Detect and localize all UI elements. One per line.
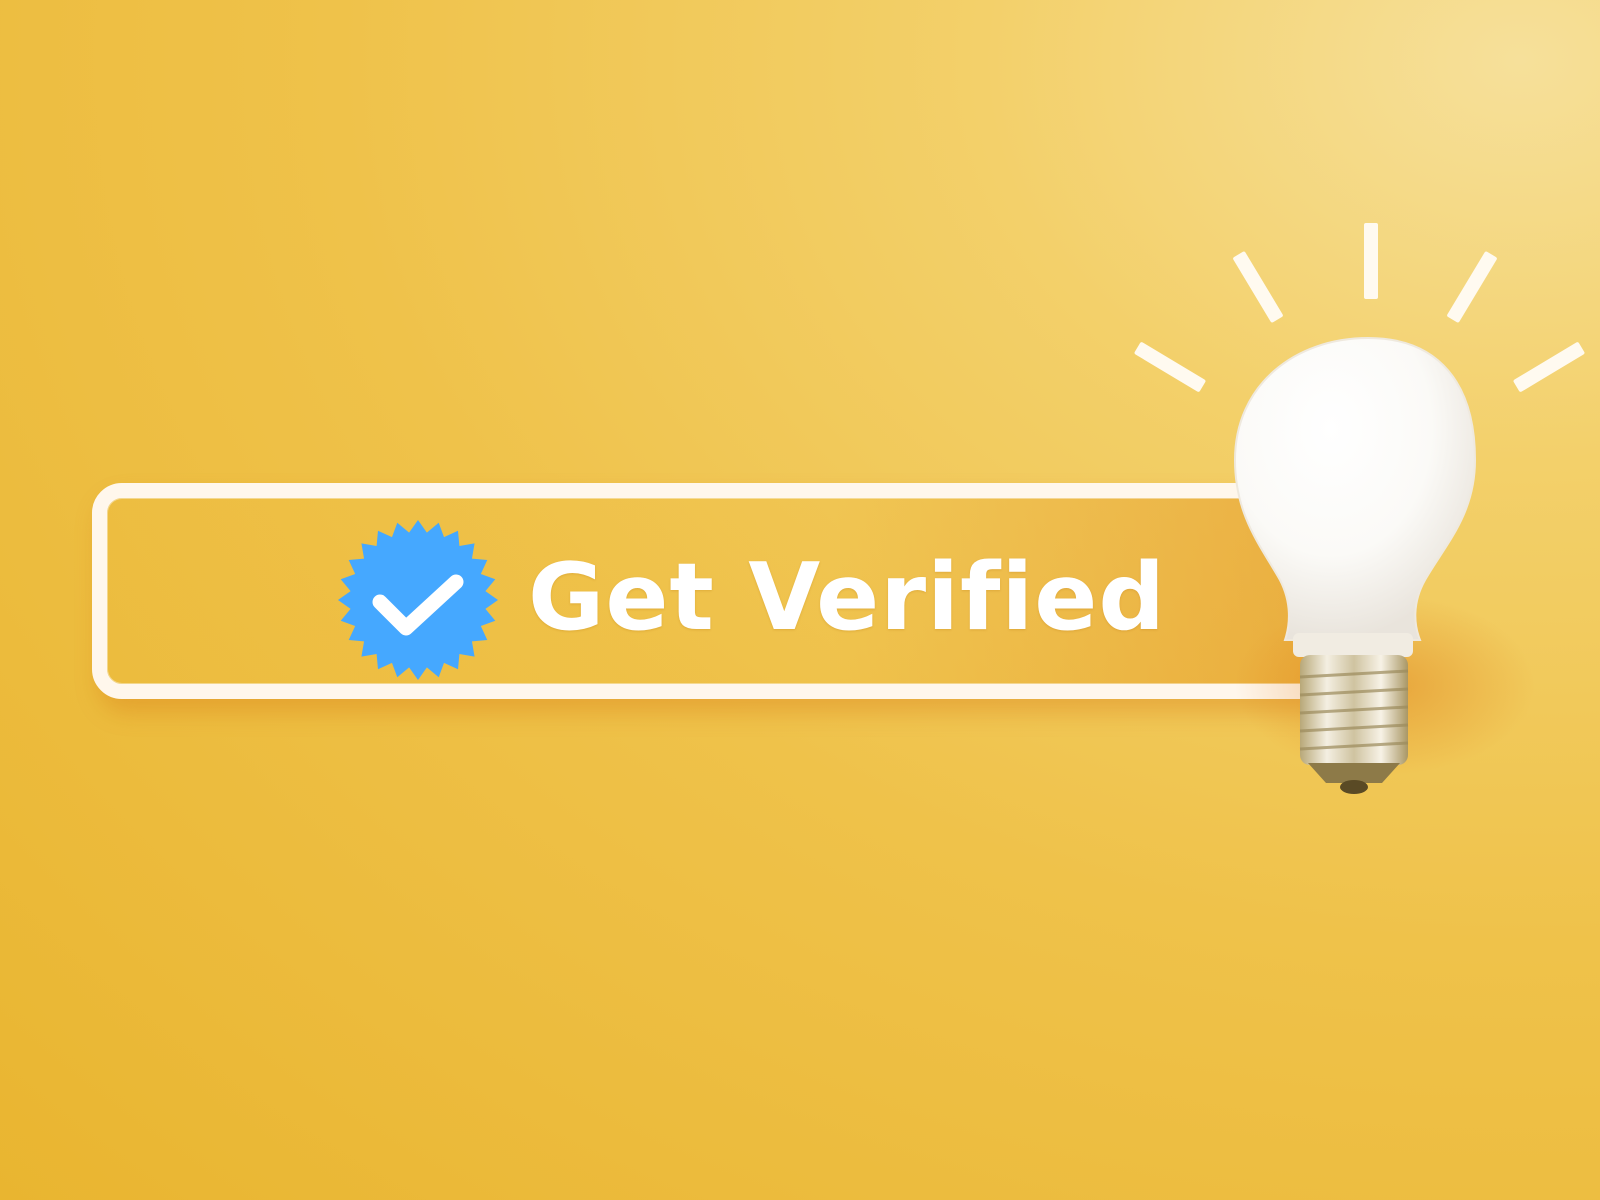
lightbulb-icon (1134, 223, 1585, 794)
verified-check-badge-icon (338, 520, 498, 680)
get-verified-label[interactable]: Get Verified (528, 542, 1166, 652)
hero-illustration: Get Verified (0, 0, 1600, 1200)
